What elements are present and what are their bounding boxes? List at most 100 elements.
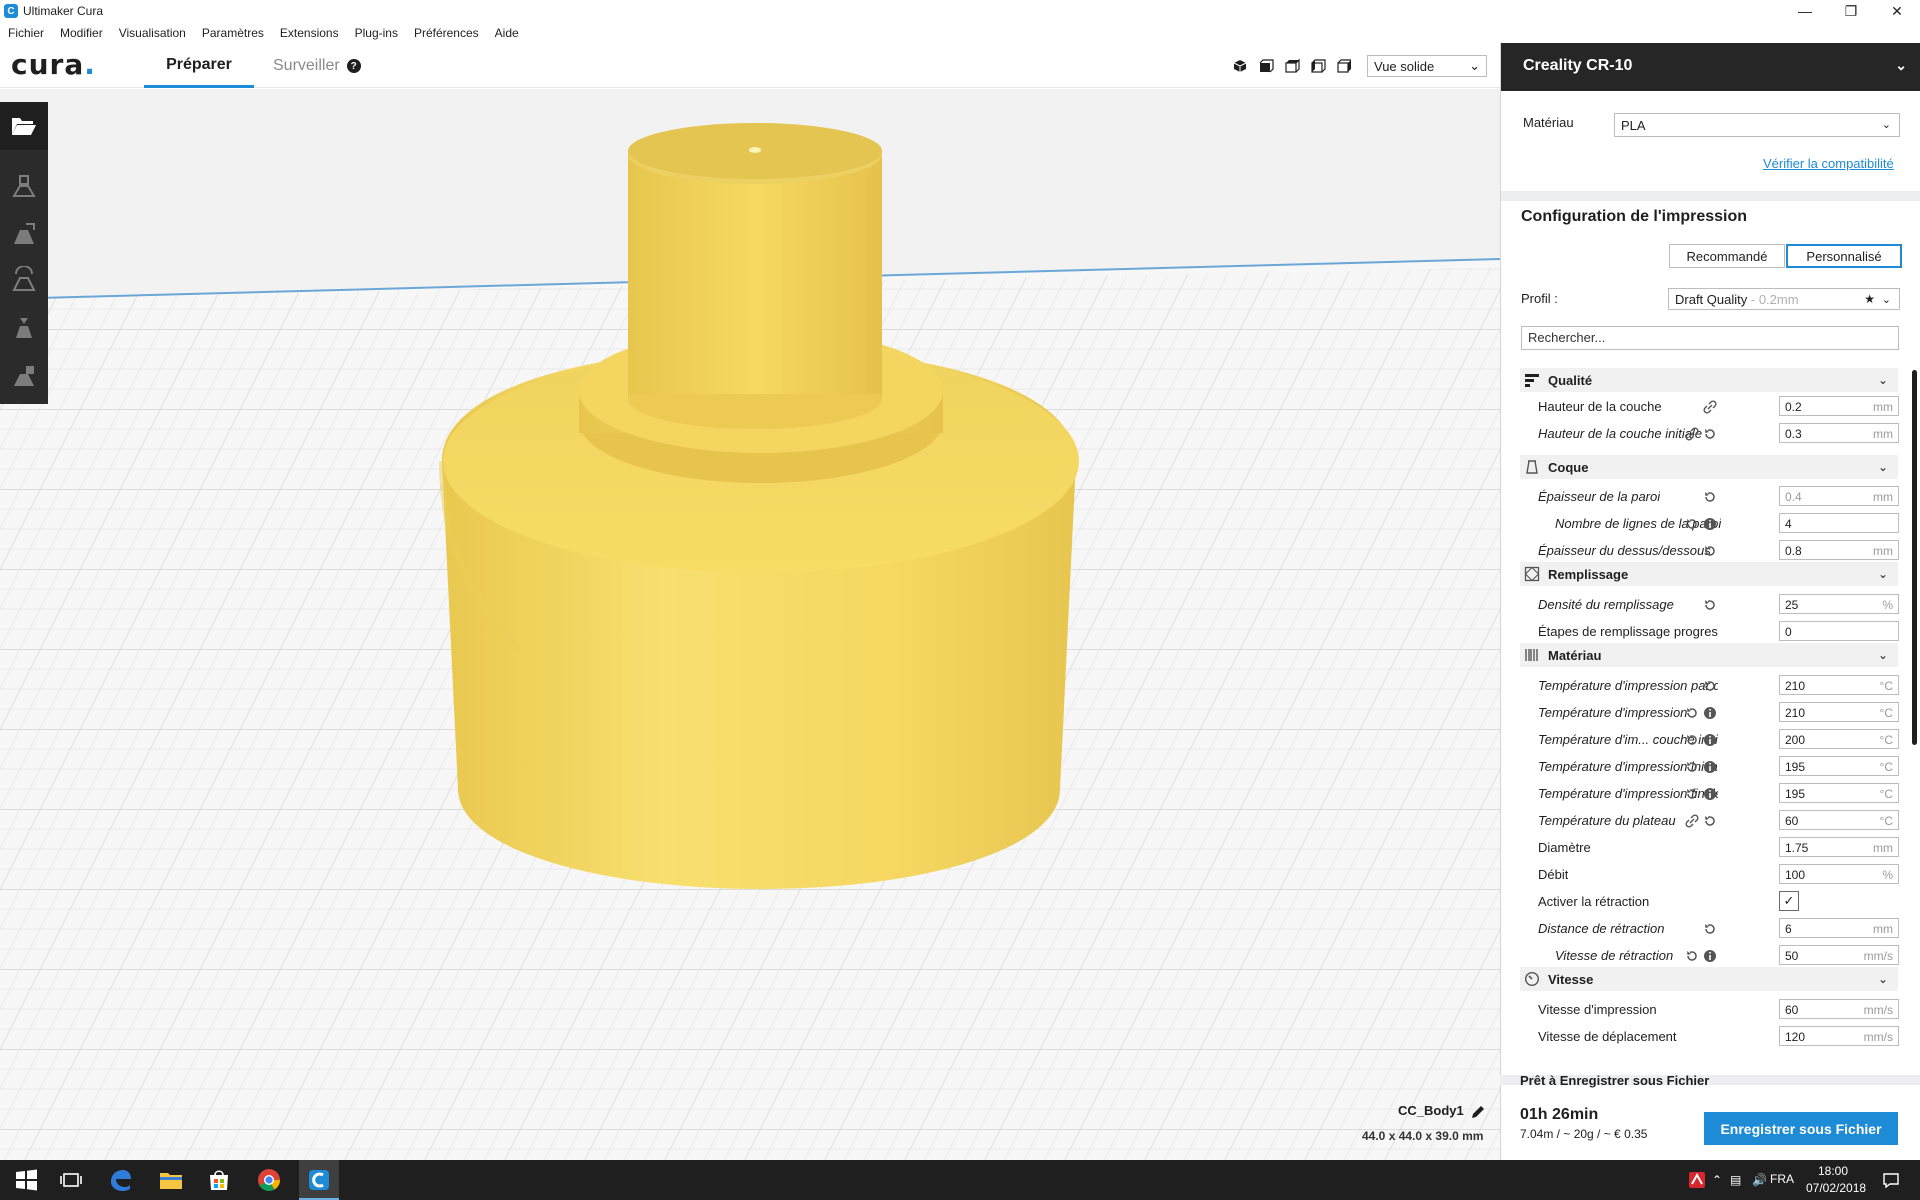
language-indicator[interactable]: FRA [1770,1172,1794,1186]
reset-icon[interactable] [1703,490,1717,504]
3d-viewport[interactable] [0,89,1500,1160]
link-icon[interactable] [1685,814,1699,828]
setting-retraction-speed: Vitesse de rétraction 50 mm/s [1500,945,1920,967]
info-icon[interactable] [1703,787,1717,801]
help-icon[interactable]: ? [346,59,361,73]
reset-icon[interactable] [1685,733,1699,747]
menu-view[interactable]: Visualisation [111,26,194,40]
menu-file[interactable]: Fichier [0,26,52,40]
default-print-temp-input[interactable]: 210 °C [1779,675,1899,695]
print-temp-initial-layer-input[interactable]: 200 °C [1779,729,1899,749]
info-icon[interactable] [1703,706,1717,720]
menu-preferences[interactable]: Préférences [406,26,487,40]
final-print-temp-input[interactable]: 195 °C [1779,783,1899,803]
menu-help[interactable]: Aide [487,26,527,40]
reset-icon[interactable] [1685,706,1699,720]
setting-bed-temp: Température du plateau 60 °C [1500,810,1920,832]
reset-icon[interactable] [1703,814,1717,828]
info-icon[interactable] [1703,517,1717,531]
file-explorer-icon[interactable] [155,1164,187,1196]
tab-monitor[interactable]: Surveiller? [273,44,361,88]
info-icon[interactable] [1703,949,1717,963]
setting-wall-line-count: Nombre de lignes de la paroi 4 [1500,513,1920,535]
rotate-tool-icon[interactable] [10,266,38,294]
pencil-icon[interactable] [1470,1104,1486,1120]
menu-edit[interactable]: Modifier [52,26,111,40]
view-front-icon[interactable] [1258,59,1274,73]
reset-icon[interactable] [1703,427,1717,441]
clock-time[interactable]: 18:00 [1818,1164,1848,1178]
translate-tool-icon[interactable] [10,172,38,200]
scale-tool-icon[interactable] [10,220,38,248]
flow-input[interactable]: 100% [1779,864,1899,884]
setting-final-print-temp: Température d'impression finale 195 °C [1500,783,1920,805]
edge-browser-icon[interactable] [104,1164,136,1196]
reset-icon[interactable] [1703,544,1717,558]
info-icon[interactable] [1703,760,1717,774]
layer-height-input[interactable]: 0.2 mm [1779,396,1899,416]
retraction-checkbox[interactable]: ✓ [1779,891,1799,911]
reset-icon[interactable] [1685,787,1699,801]
reset-icon[interactable] [1703,679,1717,693]
reset-icon[interactable] [1685,949,1699,963]
diameter-input[interactable]: 1.75 mm [1779,837,1899,857]
chrome-icon[interactable] [253,1164,285,1196]
category-shell[interactable]: Coque ⌄ [1520,455,1898,479]
print-speed-input[interactable]: 60 mm/s [1779,999,1899,1019]
category-speed[interactable]: Vitesse ⌄ [1520,967,1898,991]
view-left-icon[interactable] [1310,59,1326,73]
cura-taskbar-icon[interactable] [303,1164,335,1196]
wall-thickness-input[interactable]: 0.4 mm [1779,486,1899,506]
link-icon[interactable] [1685,427,1699,441]
tab-prepare[interactable]: Préparer [144,44,254,88]
category-material[interactable]: Matériau ⌄ [1520,643,1898,667]
task-view-icon[interactable] [55,1164,87,1196]
cura-app-icon: C [4,4,18,18]
save-to-file-button[interactable]: Enregistrer sous Fichier [1704,1112,1898,1145]
mirror-tool-icon[interactable] [10,314,38,342]
bed-temp-input[interactable]: 60 °C [1779,810,1899,830]
speed-icon [1524,971,1540,987]
setting-print-temp-initial-layer: Température d'im... couche initiale 200 °C [1500,729,1920,751]
gradual-infill-input[interactable]: 0 [1779,621,1899,641]
category-quality[interactable]: Qualité ⌄ [1520,368,1898,392]
reset-icon[interactable] [1685,517,1699,531]
settings-scrollbar[interactable] [1912,370,1917,745]
menu-settings[interactable]: Paramètres [194,26,272,40]
store-icon[interactable] [203,1164,235,1196]
view-top-icon[interactable] [1284,59,1300,73]
retraction-speed-input[interactable]: 50 mm/s [1779,945,1899,965]
tray-chevron-icon[interactable]: ⌃ [1712,1173,1722,1187]
menu-plugins[interactable]: Plug-ins [347,26,406,40]
setting-print-speed: Vitesse d'impression 60 mm/s [1500,999,1920,1021]
notification-center-icon[interactable] [1882,1171,1900,1189]
antivirus-icon[interactable] [1688,1171,1706,1189]
per-model-settings-icon[interactable] [10,362,38,390]
link-icon[interactable] [1703,400,1717,414]
category-infill[interactable]: Remplissage ⌄ [1520,562,1898,586]
open-file-button[interactable] [0,102,48,150]
object-name: CC_Body1 [1398,1103,1464,1118]
infill-density-input[interactable]: 25% [1779,594,1899,614]
volume-icon[interactable]: 🔊 [1752,1173,1767,1187]
reset-icon[interactable] [1685,760,1699,774]
travel-speed-input[interactable]: 120 mm/s [1779,1026,1899,1046]
print-temp-input[interactable]: 210 °C [1779,702,1899,722]
info-icon[interactable] [1703,733,1717,747]
reset-icon[interactable] [1703,598,1717,612]
clock-date[interactable]: 07/02/2018 [1806,1181,1866,1195]
top-bottom-thickness-input[interactable]: 0.8 mm [1779,540,1899,560]
windows-start-icon[interactable] [10,1164,42,1196]
setting-gradual-infill: Étapes de remplissage progressif 0 [1500,621,1920,643]
retraction-distance-input[interactable]: 6 mm [1779,918,1899,938]
network-icon[interactable]: ▤ [1730,1173,1741,1187]
wall-line-count-input[interactable]: 4 [1779,513,1899,533]
view-right-icon[interactable] [1336,59,1352,73]
menu-extensions[interactable]: Extensions [272,26,347,40]
initial-layer-height-input[interactable]: 0.3 mm [1779,423,1899,443]
reset-icon[interactable] [1703,922,1717,936]
view-3d-icon[interactable] [1232,59,1248,73]
view-mode-select[interactable]: Vue solide ⌄ [1367,55,1487,77]
initial-print-temp-input[interactable]: 195 °C [1779,756,1899,776]
setting-diameter: Diamètre 1.75 mm [1500,837,1920,859]
